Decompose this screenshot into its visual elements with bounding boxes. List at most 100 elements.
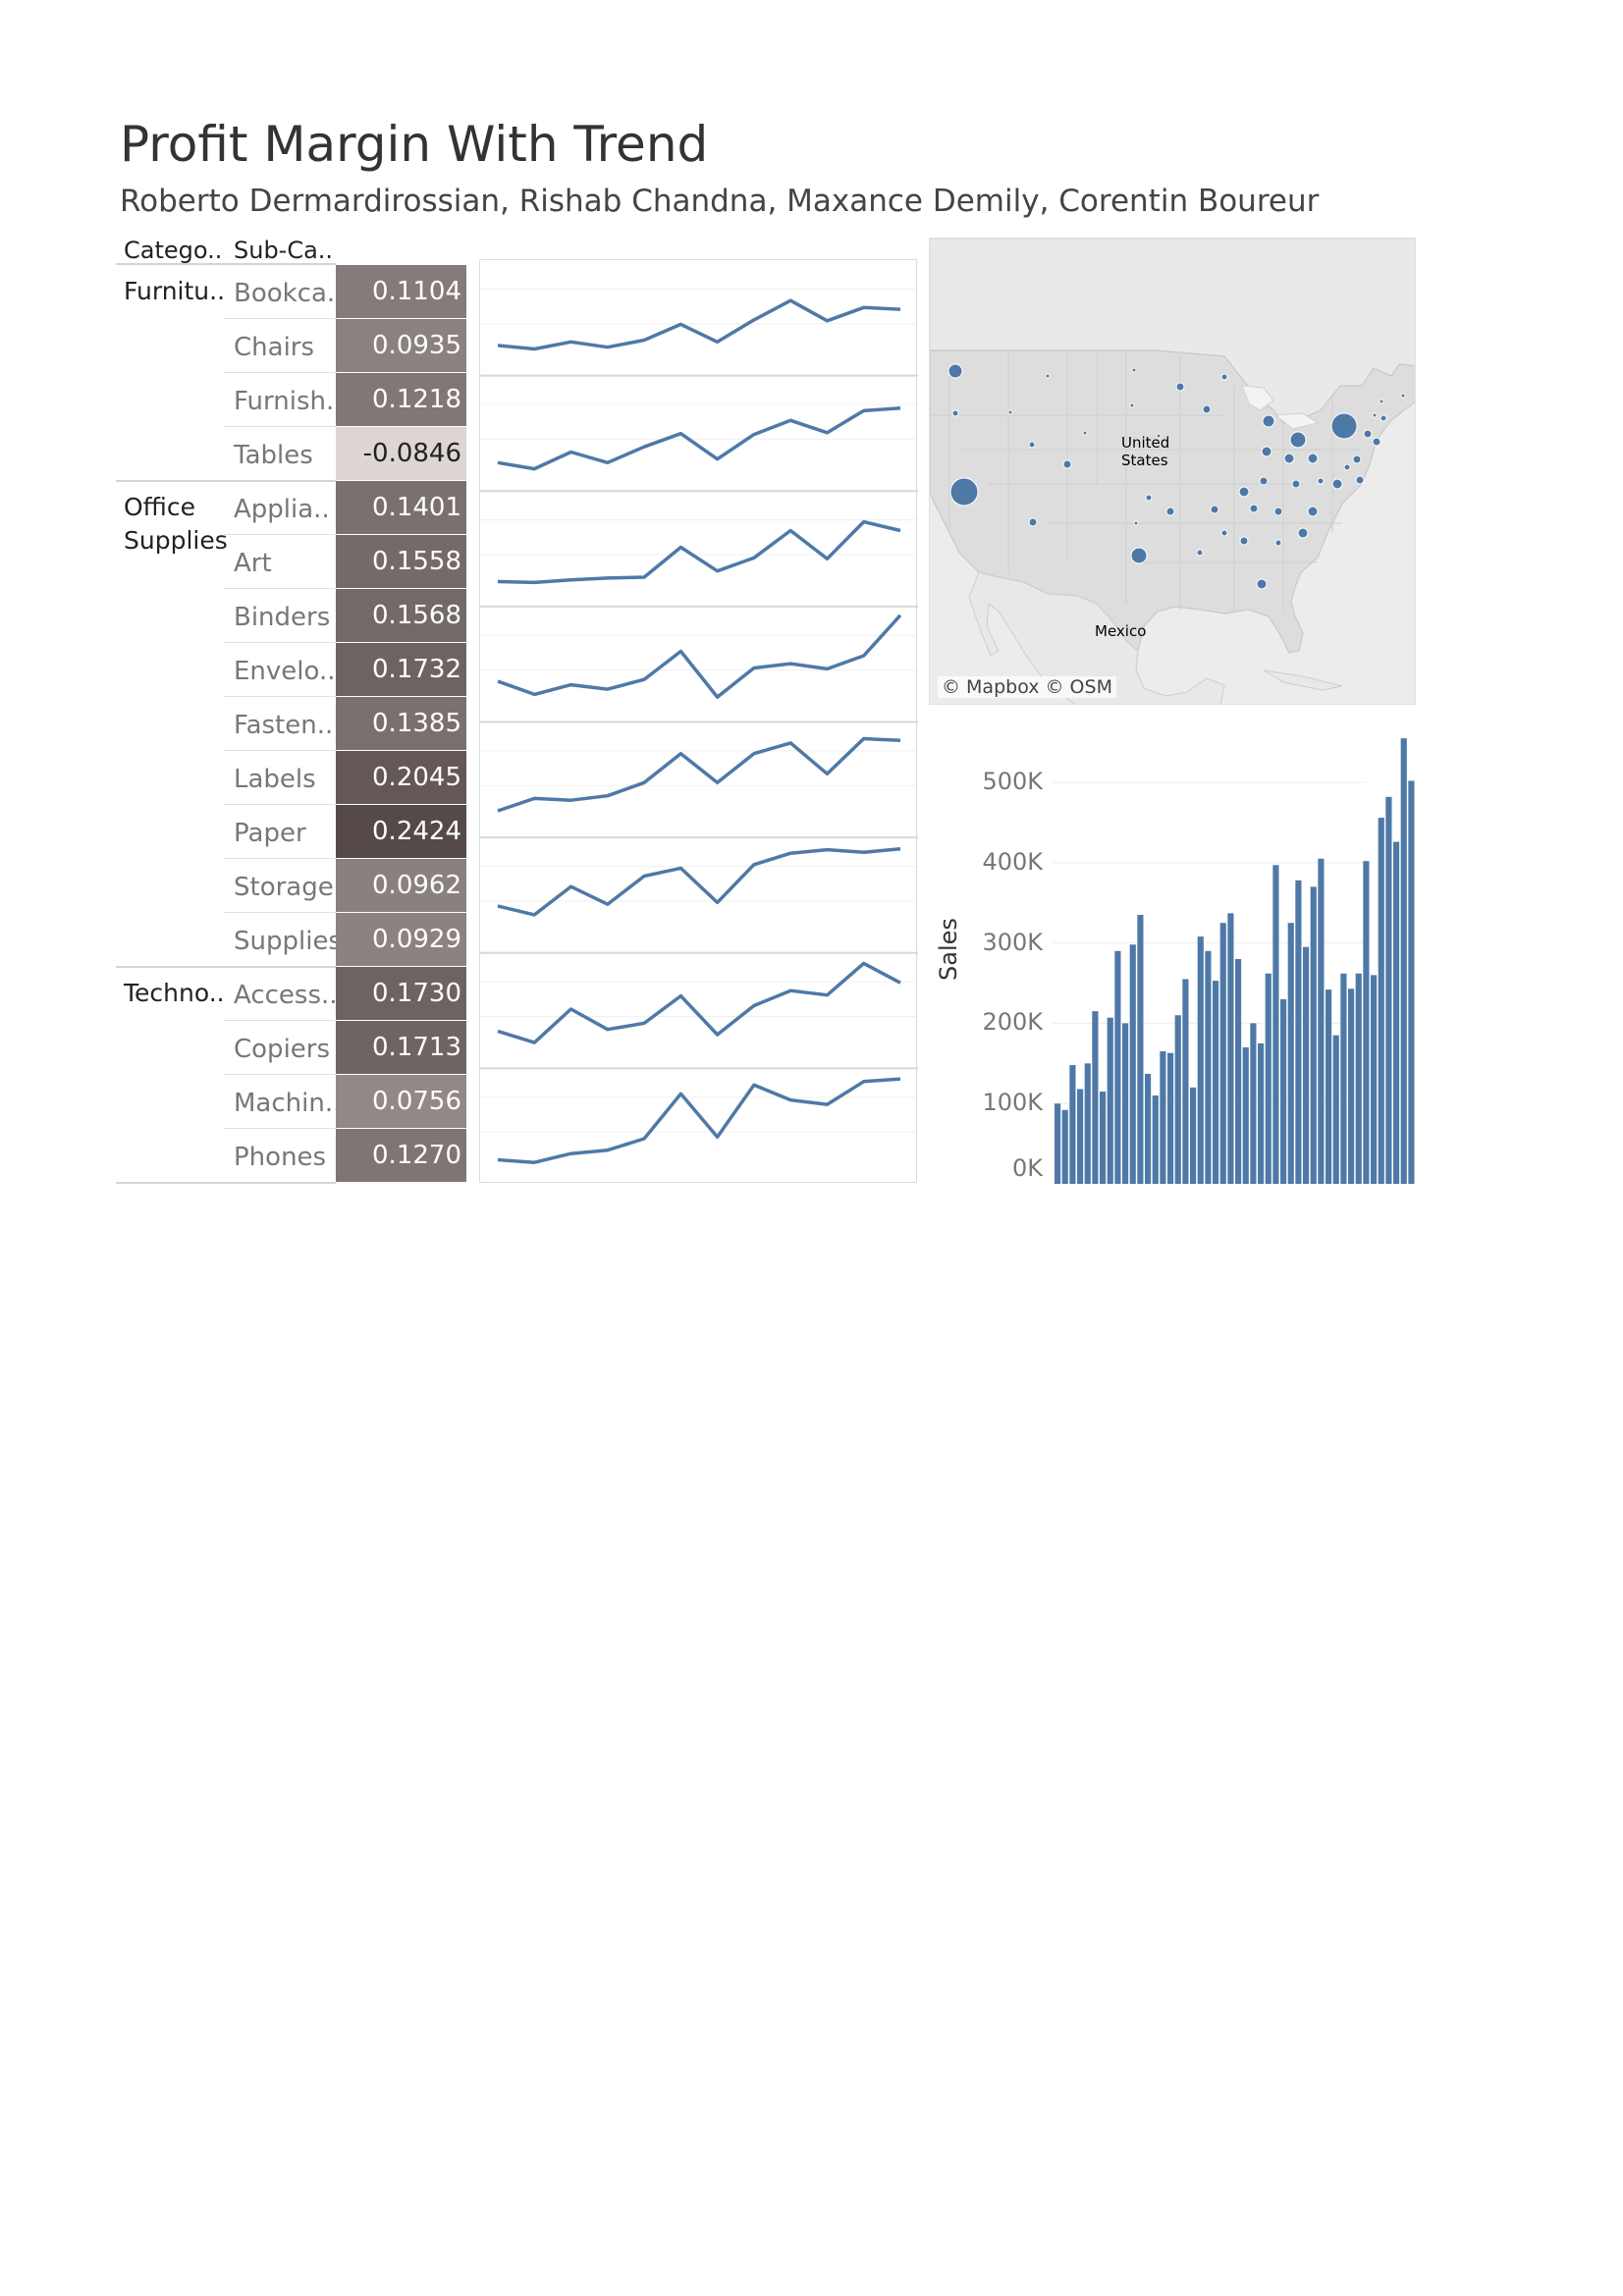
map-point[interactable] (1062, 459, 1072, 469)
map-point[interactable] (1380, 414, 1387, 422)
sales-bar[interactable] (1107, 1017, 1113, 1184)
map-point[interactable] (1331, 478, 1343, 490)
sales-bar[interactable] (1242, 1046, 1249, 1184)
sales-bar[interactable] (1182, 979, 1189, 1184)
sales-bar[interactable] (1378, 818, 1384, 1184)
sales-bar[interactable] (1265, 973, 1271, 1184)
map-point[interactable] (1372, 437, 1381, 447)
sales-bar[interactable] (1055, 1103, 1061, 1184)
sales-bar[interactable] (1145, 1073, 1152, 1184)
map-point[interactable] (1165, 507, 1175, 516)
column-header-category[interactable]: Catego.. (124, 237, 222, 264)
sales-bar[interactable] (1318, 858, 1325, 1184)
sales-bar[interactable] (1295, 880, 1302, 1184)
sparkline-series[interactable] (497, 961, 901, 1044)
map-point[interactable] (1129, 402, 1135, 408)
map-point[interactable] (1028, 517, 1038, 527)
sales-bar[interactable] (1355, 973, 1362, 1184)
sales-bar[interactable] (1137, 915, 1144, 1184)
map-point[interactable] (1307, 453, 1319, 464)
map-point[interactable] (1202, 404, 1212, 414)
map-point[interactable] (1400, 393, 1406, 399)
map-point[interactable] (1145, 494, 1153, 502)
map-point[interactable] (1131, 367, 1137, 373)
sparkline-series[interactable] (497, 405, 901, 471)
map-point[interactable] (1355, 475, 1365, 485)
map-point[interactable] (1220, 373, 1228, 381)
profit-margin-cell[interactable]: 0.0929 (336, 913, 466, 966)
profit-margin-cell[interactable]: 0.2424 (336, 805, 466, 858)
sales-bar[interactable] (1077, 1089, 1084, 1184)
map-point[interactable] (1082, 430, 1088, 436)
sparkline-series[interactable] (497, 614, 902, 699)
sparkline-series[interactable] (497, 736, 901, 813)
map-point[interactable] (1289, 431, 1307, 449)
sales-bar[interactable] (1400, 738, 1407, 1184)
sales-bar[interactable] (1287, 923, 1294, 1184)
map-point[interactable] (1261, 446, 1272, 457)
profit-margin-cell[interactable]: 0.1568 (336, 589, 466, 642)
map-point[interactable] (951, 409, 959, 417)
map-point[interactable] (947, 363, 963, 379)
map-point[interactable] (1274, 539, 1282, 547)
sales-bar[interactable] (1152, 1095, 1159, 1184)
map-point[interactable] (1330, 412, 1358, 440)
sales-bar[interactable] (1250, 1023, 1257, 1184)
map-point[interactable] (1130, 547, 1148, 564)
map-point[interactable] (1273, 507, 1283, 516)
sparkline-series[interactable] (497, 298, 901, 351)
map-point[interactable] (1210, 505, 1219, 514)
map-point[interactable] (1196, 549, 1204, 557)
sales-bar[interactable] (1114, 950, 1121, 1184)
sales-bar[interactable] (1160, 1051, 1166, 1184)
map-point[interactable] (1363, 429, 1373, 439)
sales-bar[interactable] (1197, 936, 1204, 1184)
sales-bar[interactable] (1174, 1015, 1181, 1184)
map-point[interactable] (1317, 477, 1325, 485)
sales-bar[interactable] (1332, 1035, 1339, 1184)
sales-bar[interactable] (1227, 913, 1234, 1184)
sales-bar[interactable] (1393, 841, 1400, 1184)
map-point[interactable] (949, 477, 979, 507)
profit-margin-cell[interactable]: 0.2045 (336, 751, 466, 804)
map-point[interactable] (1343, 463, 1351, 471)
map-point[interactable] (1007, 409, 1013, 415)
sales-bar[interactable] (1303, 946, 1310, 1184)
sales-bar[interactable] (1219, 923, 1226, 1184)
map-point[interactable] (1262, 414, 1275, 428)
sales-bar[interactable] (1100, 1091, 1107, 1184)
sparkline-series[interactable] (497, 846, 901, 917)
map-point[interactable] (1379, 399, 1384, 404)
profit-margin-cell[interactable]: 0.1270 (336, 1129, 466, 1182)
map-point[interactable] (1133, 520, 1139, 526)
sales-bar[interactable] (1340, 973, 1347, 1184)
map-point[interactable] (1297, 527, 1309, 539)
sales-bar[interactable] (1084, 1063, 1091, 1184)
sales-bar[interactable] (1167, 1052, 1174, 1184)
sparkline-series[interactable] (497, 1077, 901, 1164)
sales-bar[interactable] (1122, 1023, 1129, 1184)
profit-margin-cell[interactable]: 0.1732 (336, 643, 466, 696)
profit-margin-cell[interactable]: 0.0756 (336, 1075, 466, 1128)
profit-margin-cell[interactable]: 0.1401 (336, 481, 466, 534)
sales-bar[interactable] (1272, 865, 1279, 1184)
sales-bar[interactable] (1069, 1064, 1076, 1184)
map-point[interactable] (1045, 373, 1051, 379)
map-point[interactable] (1249, 504, 1259, 513)
sales-bar[interactable] (1280, 998, 1287, 1184)
sparkline-series[interactable] (497, 519, 901, 585)
sales-bar[interactable] (1092, 1011, 1099, 1184)
sales-bar[interactable] (1385, 796, 1392, 1184)
map-point[interactable] (1256, 578, 1268, 590)
sales-map[interactable]: United States Mexico © Mapbox © OSM (929, 238, 1416, 705)
sales-bar[interactable] (1258, 1042, 1265, 1184)
map-point[interactable] (1239, 536, 1249, 546)
map-point[interactable] (1028, 441, 1036, 449)
profit-margin-cell[interactable]: -0.0846 (336, 427, 466, 480)
map-point[interactable] (1238, 486, 1250, 498)
map-point[interactable] (1307, 506, 1319, 517)
sales-bar[interactable] (1408, 780, 1415, 1184)
profit-margin-cell[interactable]: 0.0962 (336, 859, 466, 912)
profit-margin-cell[interactable]: 0.1558 (336, 535, 466, 588)
map-point[interactable] (1352, 454, 1362, 464)
